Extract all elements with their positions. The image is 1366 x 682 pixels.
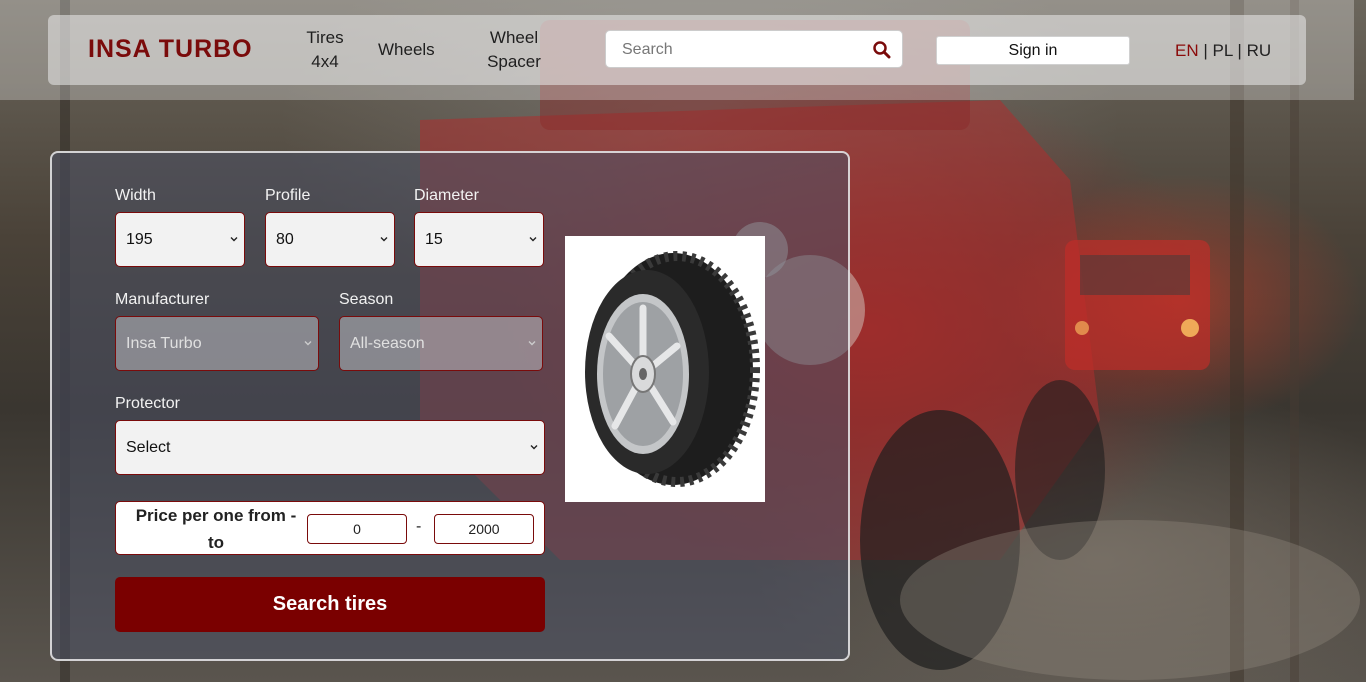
price-to-input[interactable] <box>434 514 534 544</box>
profile-label: Profile <box>265 187 311 204</box>
tire-search-panel: Width 195 Profile 80 Diameter 15 Manufac… <box>50 151 850 661</box>
lang-separator: | <box>1237 41 1242 60</box>
nav-link-wheel-spacer[interactable]: Wheel Spacer <box>484 26 544 74</box>
search-field[interactable] <box>605 30 903 68</box>
chevron-down-icon <box>304 341 312 346</box>
width-select[interactable]: 195 <box>115 212 245 267</box>
chevron-down-icon <box>380 237 388 242</box>
diameter-label: Diameter <box>414 187 479 204</box>
season-value: All-season <box>350 335 425 352</box>
search-icon[interactable] <box>872 40 892 60</box>
diameter-select[interactable]: 15 <box>414 212 544 267</box>
protector-select[interactable]: Select <box>115 420 545 475</box>
manufacturer-select[interactable]: Insa Turbo <box>115 316 319 371</box>
lang-ru[interactable]: RU <box>1247 41 1272 60</box>
lang-en[interactable]: EN <box>1175 41 1199 60</box>
season-select[interactable]: All-season <box>339 316 543 371</box>
price-label: Price per one from - to <box>135 506 297 552</box>
width-label: Width <box>115 187 156 204</box>
chevron-down-icon <box>530 445 538 450</box>
price-range: Price per one from - to - <box>115 501 545 555</box>
nav-link-wheels[interactable]: Wheels <box>378 38 435 62</box>
profile-value: 80 <box>276 231 294 248</box>
diameter-value: 15 <box>425 231 443 248</box>
profile-select[interactable]: 80 <box>265 212 395 267</box>
protector-label: Protector <box>115 395 180 412</box>
nav-link-tires-4x4[interactable]: Tires 4x4 <box>300 26 350 74</box>
language-switcher: EN | PL | RU <box>1175 41 1271 61</box>
lang-separator: | <box>1203 41 1208 60</box>
price-from-input[interactable] <box>307 514 407 544</box>
manufacturer-value: Insa Turbo <box>126 335 202 352</box>
sign-in-button[interactable]: Sign in <box>936 36 1130 65</box>
manufacturer-label: Manufacturer <box>115 291 210 308</box>
tire-image <box>565 236 765 502</box>
chevron-down-icon <box>529 237 537 242</box>
season-label: Season <box>339 291 394 308</box>
price-separator: - <box>416 518 422 535</box>
chevron-down-icon <box>528 341 536 346</box>
search-input[interactable] <box>620 40 864 60</box>
protector-value: Select <box>126 439 171 456</box>
chevron-down-icon <box>230 237 238 242</box>
site-logo[interactable]: INSA TURBO <box>88 35 253 64</box>
navbar: INSA TURBO Tires 4x4 Wheels Wheel Spacer… <box>48 15 1306 85</box>
tire-icon <box>585 251 760 487</box>
lang-pl[interactable]: PL <box>1213 41 1233 60</box>
search-tires-button[interactable]: Search tires <box>115 577 545 632</box>
width-value: 195 <box>126 231 153 248</box>
